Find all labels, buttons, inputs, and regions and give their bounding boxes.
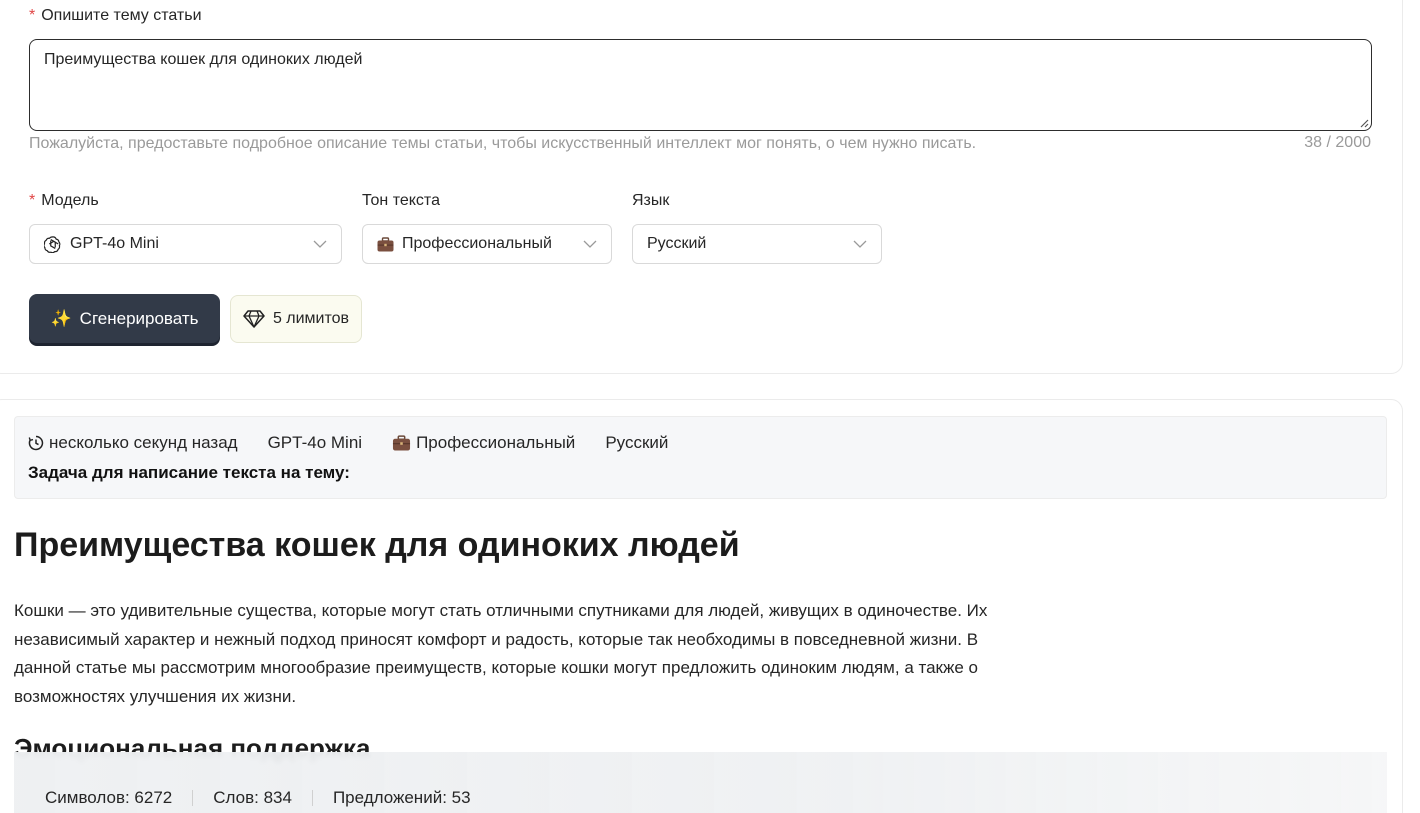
chevron-down-icon (313, 240, 327, 248)
required-mark: * (29, 192, 36, 209)
briefcase-icon (392, 435, 411, 451)
article-title: Преимущества кошек для одиноких людей (14, 526, 740, 564)
chevron-down-icon (583, 240, 597, 248)
meta-time: несколько секунд назад (28, 433, 238, 453)
tone-label: Тон текста (362, 192, 440, 209)
meta-tone-text: Профессиональный (416, 433, 576, 452)
meta-model: GPT-4o Mini (267, 433, 363, 452)
model-select[interactable]: GPT-4o Mini (29, 224, 342, 264)
resize-handle-icon[interactable] (1359, 118, 1369, 128)
model-select-value: GPT-4o Mini (70, 235, 159, 252)
chevron-down-icon (853, 240, 867, 248)
stat-words: Слов: 834 (213, 788, 292, 807)
stat-sentences: Предложений: 53 (332, 788, 471, 807)
meta-time-text: несколько секунд назад (49, 433, 238, 452)
clock-icon (28, 435, 44, 451)
topic-hint: Пожалуйста, предоставьте подробное описа… (29, 135, 977, 152)
language-select-value: Русский (647, 235, 707, 252)
meta-language: Русский (605, 433, 669, 452)
language-label: Язык (632, 192, 670, 209)
model-label: * Модель (29, 192, 99, 210)
tone-select[interactable]: Профессиональный (362, 224, 612, 264)
meta-tone: Профессиональный (392, 433, 575, 453)
openai-logo-icon (44, 235, 62, 253)
meta-task: Задача для написание текста на тему: (28, 463, 350, 482)
topic-textarea[interactable]: Преимущества кошек для одиноких людей (29, 39, 1372, 131)
sparkles-icon: ✨ (50, 308, 72, 328)
text-stats: Символов: 6272 Слов: 834 Предложений: 53 (45, 788, 471, 808)
required-mark: * (29, 7, 36, 24)
topic-char-counter: 38 / 2000 (1304, 134, 1371, 151)
topic-textarea-value: Преимущества кошек для одиноких людей (44, 51, 363, 68)
topic-label: * Опишите тему статьи (29, 7, 202, 25)
briefcase-icon (377, 236, 394, 252)
divider (311, 790, 313, 806)
tone-select-value: Профессиональный (402, 235, 552, 252)
generate-button-label: Сгенерировать (79, 308, 199, 328)
article-intro-paragraph: Кошки — это удивительные существа, котор… (14, 601, 988, 706)
result-meta-panel: несколько секунд назад GPT-4o Mini Профе… (14, 416, 1387, 499)
text-stats-bar: Символов: 6272 Слов: 834 Предложений: 53 (14, 752, 1387, 813)
divider (192, 790, 194, 806)
language-select[interactable]: Русский (632, 224, 882, 264)
result-meta-row: несколько секунд назад GPT-4o Mini Профе… (28, 433, 698, 453)
model-label-text: Модель (41, 192, 99, 209)
stat-characters: Символов: 6272 (45, 788, 173, 807)
topic-label-text: Опишите тему статьи (41, 7, 202, 24)
limits-label: 5 лимитов (272, 310, 350, 327)
diamond-icon (243, 310, 265, 328)
generate-button[interactable]: ✨ Сгенерировать (29, 294, 220, 343)
limits-badge[interactable]: 5 лимитов (230, 295, 362, 343)
